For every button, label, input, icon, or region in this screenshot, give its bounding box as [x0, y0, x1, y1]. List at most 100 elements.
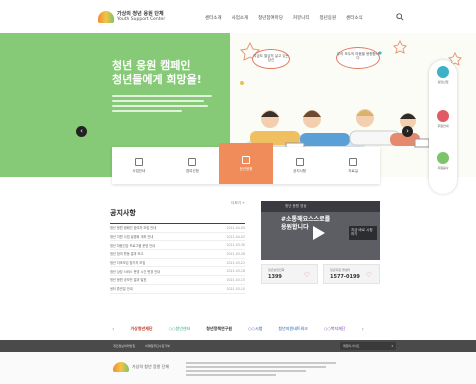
play-icon[interactable]: [313, 226, 325, 240]
hero-title-line-2: 청년들에게 희망을!: [112, 73, 202, 86]
video-top-bar: 청년 응원 영상: [261, 201, 380, 212]
notice-row-date: 2021-03-26: [226, 251, 245, 256]
quick-menu-notice[interactable]: 공지사항: [273, 147, 327, 184]
side-quick-menu: 상담신청 후원안내 자원봉사: [429, 60, 457, 194]
quick-menu-label: 청년응원: [239, 166, 253, 171]
hero-next-arrow-icon[interactable]: ›: [402, 126, 413, 137]
notice-board: 공지사항 더보기 + 청년 응원 캠페인 참여자 모집 안내 2021-04-05…: [110, 200, 245, 294]
notice-row-date: 2021-03-22: [226, 260, 245, 265]
notice-row[interactable]: 청년 자조모임 참가자 모집 2021-03-22: [110, 259, 245, 268]
footer: 가상의 청년 응원 단체: [0, 352, 476, 384]
notice-row[interactable]: 청년 응원 캠페인 참여자 모집 안내 2021-04-05: [110, 224, 245, 233]
side-item-counsel-label: 상담신청: [437, 80, 449, 84]
quick-menu-archive[interactable]: 자료실: [326, 147, 380, 184]
notice-row[interactable]: 청년 마음건강 프로그램 운영 안내 2021-03-30: [110, 241, 245, 251]
notice-row-title: 청년 상담 서비스 운영 시간 변경 안내: [110, 269, 161, 274]
footer-link-privacy[interactable]: 개인정보처리방침: [113, 344, 135, 348]
search-icon[interactable]: [396, 13, 404, 21]
nav-item-about[interactable]: 센터소개: [205, 15, 222, 21]
main-nav: 센터소개 사업소개 청년참여마당 커뮤니티 청년응원 센터소식: [205, 15, 363, 21]
pen-icon: [188, 157, 197, 166]
notice-row[interactable]: 청년 응원 공모전 결과 발표 2021-03-15: [110, 276, 245, 285]
hotline-card[interactable]: 청년지원 콜센터 1577-0199 ♡: [323, 264, 380, 284]
notice-more-link[interactable]: 더보기 +: [231, 201, 245, 206]
partner-logo[interactable]: ○○복지재단: [324, 326, 346, 332]
family-site-label: 패밀리사이트: [343, 344, 360, 348]
notice-row-date: 2021-03-15: [226, 277, 245, 282]
family-site-select[interactable]: 패밀리사이트 ▾: [340, 342, 396, 350]
nav-item-support[interactable]: 청년응원: [320, 15, 337, 21]
side-item-donate[interactable]: 후원안내: [433, 110, 453, 128]
donate-icon: [437, 110, 449, 122]
logo-text-en: Youth Support Center: [117, 17, 166, 22]
video-caption-line-1: #소통해요스스로를: [281, 216, 331, 223]
footer-bar: 개인정보처리방침 이메일무단수집거부 패밀리사이트 ▾: [0, 340, 476, 352]
nav-item-business[interactable]: 사업소개: [232, 15, 249, 21]
notice-row-title: 센터 휴관일 안내: [110, 287, 133, 292]
notice-row[interactable]: 청년 지원 사업 설명회 개최 안내 2021-04-02: [110, 233, 245, 242]
footer-info: [186, 362, 346, 378]
video-top-label: 청년 응원 영상: [285, 204, 307, 208]
quick-menu-apply[interactable]: 참여신청: [166, 147, 220, 184]
side-item-volunteer-label: 자원봉사: [437, 166, 449, 170]
notice-row-date: 2021-03-10: [226, 286, 245, 291]
counsel-icon: [437, 66, 449, 78]
notice-row-title: 청년 응원 캠페인 참여자 모집 안내: [110, 226, 157, 231]
hero-prev-arrow-icon[interactable]: ‹: [76, 126, 87, 137]
volunteer-icon: [437, 152, 449, 164]
quick-menu-label: 참여신청: [185, 168, 199, 173]
side-item-donate-label: 후원안내: [437, 124, 449, 128]
footer-logo-text: 가상의 청년 응원 단체: [132, 364, 169, 369]
folder-icon: [349, 157, 358, 166]
speech-bubble-left: 지금도 열심히 살고 있는 당신: [252, 49, 290, 69]
side-item-volunteer[interactable]: 자원봉사: [433, 152, 453, 170]
video-player[interactable]: 청년 응원 영상 #소통해요스스로를 응원합니다 지금 바로 시청하기: [261, 201, 380, 260]
notice-row-date: 2021-04-02: [226, 234, 245, 239]
chevron-down-icon: ▾: [391, 344, 393, 348]
notice-row[interactable]: 센터 휴관일 안내 2021-03-10: [110, 285, 245, 294]
quick-menu: 사업안내 참여신청 청년응원 공지사항 자료실: [112, 143, 380, 184]
video-tag: 지금 바로 시청하기: [349, 226, 377, 240]
partner-banner: ‹ 가상청년재단 ○○청년센터 청년정책연구원 ○○시청 청년지원네트워크 ○○…: [0, 318, 476, 340]
notice-row[interactable]: 청년 참여 활동 결과 보고 2021-03-26: [110, 250, 245, 259]
nav-item-community[interactable]: 커뮤니티: [293, 15, 310, 21]
notice-title: 공지사항: [110, 209, 136, 217]
quick-menu-business[interactable]: 사업안내: [112, 147, 166, 184]
heart-icon: ♡: [303, 271, 310, 279]
notice-row-title: 청년 응원 공모전 결과 발표: [110, 278, 147, 283]
hotline-card[interactable]: 청년상담전화 1399 ♡: [261, 264, 318, 284]
speech-bubble-right: 우리 모두의 마음을 응원합니다: [336, 47, 380, 69]
partner-logo[interactable]: 청년정책연구원: [206, 326, 232, 332]
header: 가상의 청년 응원 단체 Youth Support Center 센터소개 사…: [0, 0, 476, 32]
quick-menu-label: 자료실: [348, 168, 358, 173]
footer-logo: 가상의 청년 응원 단체: [113, 362, 169, 372]
partner-prev-icon[interactable]: ‹: [112, 326, 114, 333]
notice-row-title: 청년 지원 사업 설명회 개최 안내: [110, 235, 154, 240]
quick-menu-label: 사업안내: [132, 168, 146, 173]
quick-menu-label: 공지사항: [293, 168, 307, 173]
notice-row-title: 청년 자조모임 참가자 모집: [110, 261, 146, 266]
nav-item-news[interactable]: 센터소식: [346, 15, 363, 21]
document-icon: [134, 157, 143, 166]
hero-title: 청년 응원 캠페인 청년들에게 희망을!: [112, 59, 232, 87]
monitor-icon: [295, 157, 304, 166]
logo-text: 가상의 청년 응원 단체 Youth Support Center: [117, 12, 166, 23]
notice-row-title: 청년 참여 활동 결과 보고: [110, 252, 144, 257]
site-logo[interactable]: 가상의 청년 응원 단체 Youth Support Center: [98, 9, 168, 25]
notice-row-date: 2021-03-30: [226, 243, 245, 248]
nav-item-participation[interactable]: 청년참여마당: [258, 15, 283, 21]
footer-link-email[interactable]: 이메일무단수집거부: [145, 344, 170, 348]
footer-logo-mark-icon: [113, 362, 129, 372]
logo-mark-icon: [98, 11, 114, 23]
heart-icon: [241, 155, 250, 164]
notice-row-date: 2021-04-05: [226, 225, 245, 230]
notice-row[interactable]: 청년 상담 서비스 운영 시간 변경 안내 2021-03-18: [110, 267, 245, 277]
partner-logo[interactable]: 가상청년재단: [130, 326, 152, 332]
partner-next-icon[interactable]: ›: [362, 326, 364, 333]
partner-logo[interactable]: ○○청년센터: [169, 326, 191, 332]
notice-row-title: 청년 마음건강 프로그램 운영 안내: [110, 243, 156, 248]
quick-menu-support[interactable]: 청년응원: [219, 143, 273, 184]
partner-logo[interactable]: ○○시청: [248, 326, 262, 332]
side-item-counsel[interactable]: 상담신청: [433, 66, 453, 84]
partner-logo[interactable]: 청년지원네트워크: [278, 326, 307, 332]
